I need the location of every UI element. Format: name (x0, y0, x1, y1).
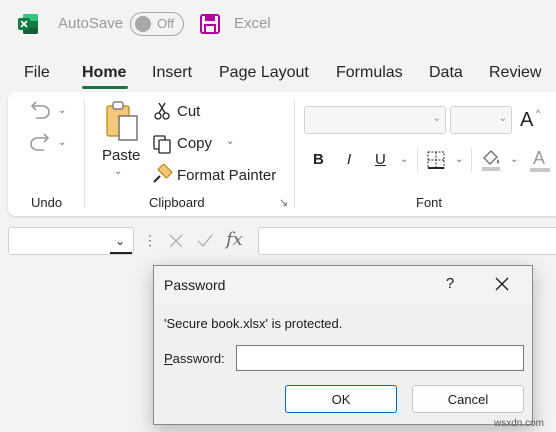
cancel-entry-icon[interactable] (168, 233, 184, 249)
group-separator (84, 100, 85, 208)
chevron-down-icon[interactable]: ⌄ (115, 234, 125, 248)
name-box-focus-line (110, 252, 132, 254)
autosave-toggle[interactable]: Off (130, 12, 184, 36)
ribbon: ⌄ ⌄ Undo Paste ⌄ Cut Copy ⌄ Format Paint… (8, 92, 556, 216)
tab-insert[interactable]: Insert (152, 64, 192, 82)
dialog-body: 'Secure book.xlsx' is protected. Passwor… (154, 304, 532, 424)
active-tab-indicator (82, 86, 128, 89)
redo-icon[interactable] (28, 132, 52, 152)
password-label-text: assword: (172, 351, 225, 366)
fill-color-icon[interactable] (480, 148, 502, 172)
font-divider (471, 148, 472, 172)
paste-label[interactable]: Paste (102, 147, 140, 164)
italic-button[interactable]: I (347, 151, 351, 168)
toggle-knob (135, 16, 151, 32)
font-name-dropdown[interactable]: ⌄ (304, 106, 446, 134)
underline-chevron-icon[interactable]: ⌄ (400, 154, 408, 165)
save-icon[interactable] (199, 13, 221, 35)
password-label: Password: (164, 351, 225, 366)
autosave-state: Off (157, 16, 175, 31)
font-divider (417, 148, 418, 172)
font-group-label: Font (416, 195, 443, 210)
password-dialog: Password ? 'Secure book.xlsx' is protect… (153, 265, 533, 425)
undo-icon[interactable] (28, 100, 52, 120)
undo-chevron-icon[interactable]: ⌄ (58, 105, 66, 116)
undo-group-label: Undo (31, 195, 63, 210)
autosave-label: AutoSave (58, 15, 124, 32)
password-input[interactable] (236, 345, 524, 371)
dialog-title: Password (164, 277, 226, 293)
clipboard-launcher-icon[interactable]: ↘ (279, 196, 288, 209)
paste-icon[interactable] (104, 100, 140, 142)
chevron-down-icon: ⌄ (432, 113, 441, 124)
format-painter-icon[interactable] (151, 164, 173, 186)
fill-color-chevron-icon[interactable]: ⌄ (510, 154, 518, 165)
protected-message: 'Secure book.xlsx' is protected. (164, 316, 343, 331)
insert-function-icon[interactable]: fx (226, 229, 243, 250)
tab-formulas[interactable]: Formulas (336, 64, 403, 82)
clipboard-group-label: Clipboard (149, 195, 205, 210)
borders-icon[interactable] (426, 150, 446, 170)
cancel-button[interactable]: Cancel (412, 385, 524, 413)
close-icon[interactable] (494, 276, 510, 292)
chevron-down-icon: ⌄ (498, 113, 507, 124)
bold-button[interactable]: B (313, 151, 324, 168)
copy-icon[interactable] (152, 134, 172, 154)
font-color-button[interactable]: A (533, 148, 545, 169)
formula-controls: fx (160, 227, 252, 255)
grow-font-arrow-icon: ^ (536, 108, 541, 118)
tab-page-layout[interactable]: Page Layout (219, 64, 309, 82)
font-size-dropdown[interactable]: ⌄ (450, 106, 512, 134)
formula-bar-grip-icon[interactable]: ⋮ (143, 232, 157, 249)
excel-logo-icon (18, 14, 38, 34)
paste-chevron-icon[interactable]: ⌄ (114, 166, 122, 177)
watermark: wsxdn.com (494, 418, 545, 429)
tab-review[interactable]: Review (489, 64, 541, 82)
cut-icon[interactable] (154, 102, 170, 120)
borders-chevron-icon[interactable]: ⌄ (455, 154, 463, 165)
redo-chevron-icon[interactable]: ⌄ (58, 137, 66, 148)
name-box[interactable]: ⌄ (8, 227, 134, 255)
grow-font-icon[interactable]: A (520, 109, 533, 132)
font-color-swatch (530, 168, 550, 172)
ok-button[interactable]: OK (285, 385, 397, 413)
enter-checkmark-icon[interactable] (196, 233, 214, 249)
help-button[interactable]: ? (442, 275, 458, 292)
password-label-accesskey: P (164, 351, 173, 366)
underline-button[interactable]: U (375, 151, 386, 168)
copy-chevron-icon[interactable]: ⌄ (226, 136, 234, 147)
cut-label[interactable]: Cut (177, 103, 200, 120)
group-separator (294, 100, 295, 208)
formula-input[interactable] (258, 227, 556, 255)
tab-file[interactable]: File (24, 64, 50, 82)
tab-data[interactable]: Data (429, 64, 463, 82)
tab-home[interactable]: Home (82, 64, 126, 82)
format-painter-label[interactable]: Format Painter (177, 167, 276, 184)
app-name: Excel (234, 15, 271, 32)
copy-label[interactable]: Copy (177, 135, 212, 152)
title-bar: AutoSave Off Excel (0, 0, 556, 48)
